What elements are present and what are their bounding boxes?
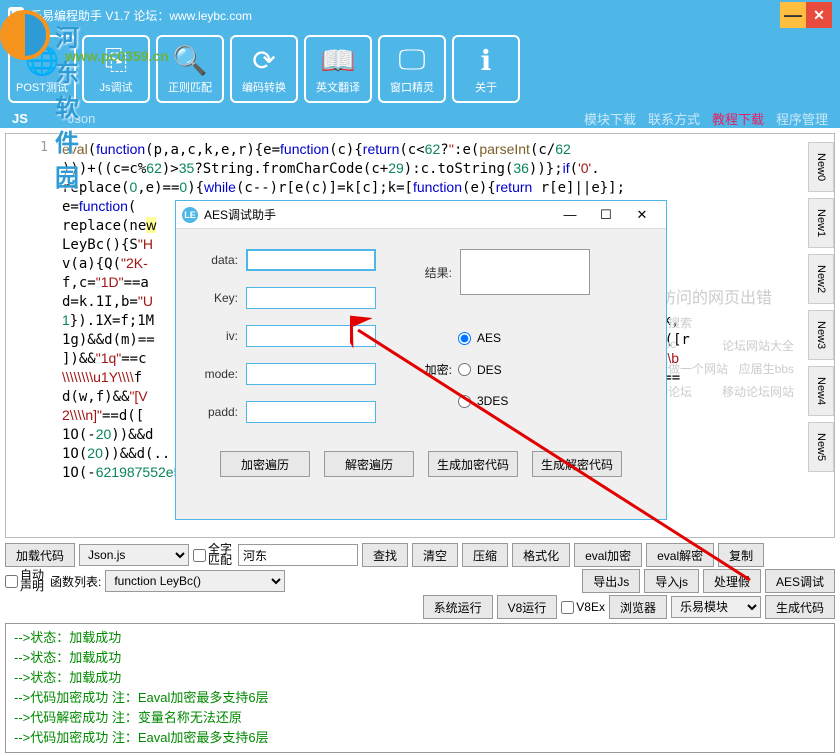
chk-auto-declare[interactable]: 自动声明 [5,570,46,592]
tab-bar: JS Json 模块下载 联系方式 教程下载 程序管理 [0,108,840,128]
link-module-dl[interactable]: 模块下载 [584,109,636,128]
tool-0[interactable]: 🌐POST测试 [8,35,76,103]
select-module[interactable]: 乐易模块 [671,596,761,618]
input-iv[interactable] [246,325,376,347]
console-output[interactable]: -->状态：加载成功-->状态：加载成功-->状态：加载成功-->代码加密成功 … [5,623,835,753]
dialog-icon: LE [182,207,198,223]
select-function[interactable]: function LeyBc() [105,570,285,592]
tool-5[interactable]: 🖵窗口精灵 [378,35,446,103]
btn-aes-debug[interactable]: AES调试 [765,569,835,593]
btn-eval-encrypt[interactable]: eval加密 [574,543,642,567]
label-func-list: 函数列表: [50,573,101,590]
link-program-mgmt[interactable]: 程序管理 [776,109,828,128]
btn-handle-fake[interactable]: 处理假 [703,569,761,593]
window-title: 乐易编程助手 V1.7 论坛：www.leybc.com [30,7,252,24]
chk-whole-word[interactable]: 全字匹配 [193,544,234,566]
label-iv: iv: [192,329,238,343]
result-box [460,249,590,295]
btn-copy[interactable]: 复制 [718,543,764,567]
dialog-minimize[interactable]: — [552,203,588,227]
btn-v8-run[interactable]: V8运行 [497,595,558,619]
input-padd[interactable] [246,401,376,423]
link-tutorial[interactable]: 教程下载 [712,109,764,128]
tool-4[interactable]: 📖英文翻译 [304,35,372,103]
radio-aes[interactable] [458,332,471,345]
radio-des[interactable] [458,363,471,376]
btn-compress[interactable]: 压缩 [462,543,508,567]
select-file[interactable]: Json.js [79,544,189,566]
input-key[interactable] [246,287,376,309]
btn-sys-run[interactable]: 系统运行 [423,595,493,619]
label-key: Key: [192,291,238,305]
input-data[interactable] [246,249,376,271]
btn-find[interactable]: 查找 [362,543,408,567]
close-button[interactable]: ✕ [806,2,832,28]
dialog-close[interactable]: ✕ [624,203,660,227]
side-tab-4[interactable]: New4 [808,366,834,416]
tool-1[interactable]: ⎘Js调试 [82,35,150,103]
tab-js[interactable]: JS [12,111,28,126]
btn-gen-code[interactable]: 生成代码 [765,595,835,619]
dialog-title: AES调试助手 [204,206,276,223]
btn-import-js[interactable]: 导入js [644,569,699,593]
tab-json[interactable]: Json [68,111,95,126]
label-mode: mode: [192,367,238,381]
btn-load-code[interactable]: 加载代码 [5,543,75,567]
side-tab-2[interactable]: New2 [808,254,834,304]
tool-6[interactable]: ℹ关于 [452,35,520,103]
dialog-maximize[interactable]: ☐ [588,203,624,227]
aes-dialog: LE AES调试助手 — ☐ ✕ data: Key: iv: mode: pa… [175,200,667,520]
btn-clear[interactable]: 清空 [412,543,458,567]
radio-3des[interactable] [458,395,471,408]
side-tab-1[interactable]: New1 [808,198,834,248]
chk-v8ex[interactable]: V8Ex [561,600,605,614]
minimize-button[interactable]: — [780,2,806,28]
side-tab-5[interactable]: New5 [808,422,834,472]
btn-gen-encrypt[interactable]: 生成加密代码 [428,451,518,477]
btn-gen-decrypt[interactable]: 生成解密代码 [532,451,622,477]
label-padd: padd: [192,405,238,419]
side-tab-3[interactable]: New3 [808,310,834,360]
label-result: 结果: [406,264,452,281]
tool-2[interactable]: 🔍正则匹配 [156,35,224,103]
label-data: data: [192,253,238,267]
input-mode[interactable] [246,363,376,385]
main-toolbar: 🌐POST测试⎘Js调试🔍正则匹配⟳编码转换📖英文翻译🖵窗口精灵ℹ关于 [0,30,840,108]
titlebar: LE 乐易编程助手 V1.7 论坛：www.leybc.com — ✕ [0,0,840,30]
btn-eval-decrypt[interactable]: eval解密 [646,543,714,567]
link-contact[interactable]: 联系方式 [648,109,700,128]
btn-format[interactable]: 格式化 [512,543,570,567]
tool-3[interactable]: ⟳编码转换 [230,35,298,103]
side-tab-0[interactable]: New0 [808,142,834,192]
btn-browser[interactable]: 浏览器 [609,595,667,619]
app-icon: LE [8,7,24,23]
btn-export-js[interactable]: 导出Js [582,569,640,593]
btn-encrypt-traverse[interactable]: 加密遍历 [220,451,310,477]
input-search[interactable] [238,544,358,566]
btn-decrypt-traverse[interactable]: 解密遍历 [324,451,414,477]
line-gutter: 1 [6,134,58,537]
